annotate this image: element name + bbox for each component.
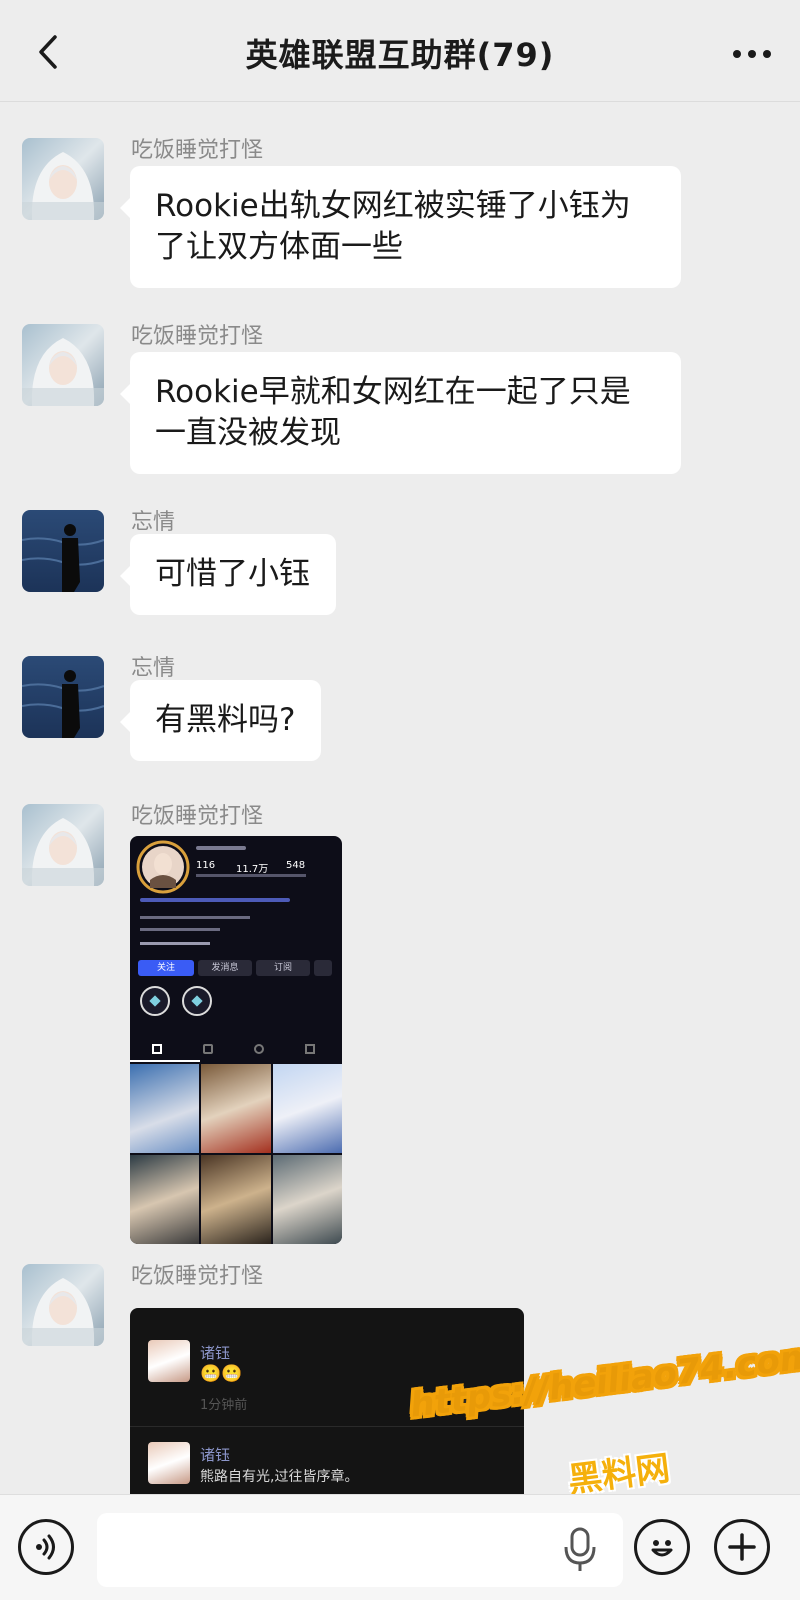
sender-name: 忘情 — [131, 656, 176, 681]
more-button[interactable] — [724, 36, 780, 72]
more-dots-icon — [733, 50, 771, 58]
message-bubble[interactable]: 可惜了小钰 — [120, 534, 336, 615]
input-bar — [0, 1494, 800, 1600]
sender-name: 吃饭睡觉打怪 — [131, 324, 264, 349]
follow-button: 关注 — [138, 960, 194, 976]
comment-avatar — [148, 1340, 190, 1382]
profile-avatar — [136, 840, 190, 894]
avatar[interactable] — [22, 510, 104, 592]
sender-name: 忘情 — [131, 510, 176, 535]
watermark-site: 黑料网 — [565, 1448, 673, 1501]
comment-text: 😬😬 — [200, 1364, 243, 1384]
mic-button[interactable] — [560, 1525, 600, 1575]
sender-name: 吃饭睡觉打怪 — [131, 804, 264, 829]
avatar[interactable] — [22, 138, 104, 220]
profile-stat: 116 — [196, 860, 216, 871]
message-line: Rookie早就和女网红在一起了只是 — [155, 374, 631, 410]
message-input[interactable] — [97, 1513, 623, 1587]
chat-title: 英雄联盟互助群(79) — [245, 36, 555, 74]
avatar[interactable] — [22, 324, 104, 406]
emoji-button[interactable] — [634, 1519, 690, 1575]
avatar[interactable] — [22, 1264, 104, 1346]
plus-button[interactable] — [714, 1519, 770, 1575]
subscribe-button: 订阅 — [256, 960, 310, 976]
image-message[interactable]: 116 11.7万 548 关注 发消息 订阅 — [130, 836, 342, 1244]
sender-name: 吃饭睡觉打怪 — [131, 1264, 264, 1289]
message-bubble[interactable]: Rookie早就和女网红在一起了只是 一直没被发现 — [120, 352, 681, 474]
comment-meta: 1分钟前 — [200, 1398, 248, 1413]
chat-header: 英雄联盟互助群(79) — [0, 0, 800, 102]
message-bubble[interactable]: 有黑料吗? — [119, 680, 322, 761]
message-line: Rookie出轨女网红被实锤了小钰为 — [155, 188, 631, 224]
message-line: 可惜了小钰 — [155, 556, 310, 592]
message-line: 有黑料吗? — [155, 702, 296, 738]
profile-stat: 548 — [286, 860, 306, 871]
avatar[interactable] — [22, 656, 104, 738]
smiley-icon — [651, 1540, 673, 1557]
comment-name: 诸钰 — [200, 1446, 231, 1464]
voice-wave-icon — [36, 1534, 55, 1560]
voice-button[interactable] — [18, 1519, 74, 1575]
microphone-icon — [564, 1527, 596, 1571]
comment-avatar — [148, 1442, 190, 1484]
plus-icon — [728, 1533, 756, 1561]
message-button: 发消息 — [198, 960, 252, 976]
profile-stat: 11.7万 — [236, 864, 269, 875]
sender-name: 吃饭睡觉打怪 — [131, 138, 264, 163]
message-line: 一直没被发现 — [155, 415, 341, 451]
comment-text: 熊路自有光,过往皆序章。 — [200, 1469, 359, 1485]
message-bubble[interactable]: Rookie出轨女网红被实锤了小钰为 了让双方体面一些 — [120, 166, 681, 288]
avatar[interactable] — [22, 804, 104, 886]
comment-name: 诸钰 — [200, 1344, 231, 1362]
message-line: 了让双方体面一些 — [155, 229, 403, 265]
